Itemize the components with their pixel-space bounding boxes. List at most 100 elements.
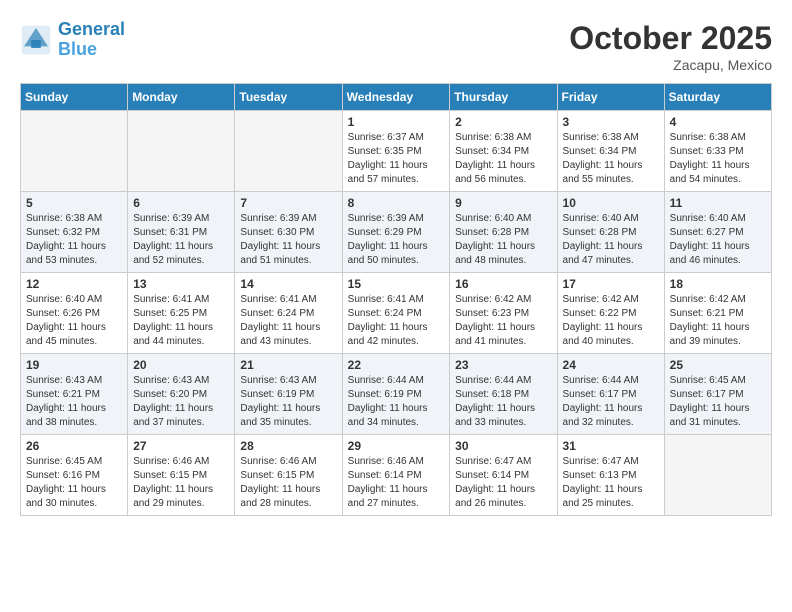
week-row-4: 26 Sunrise: 6:45 AM Sunset: 6:16 PM Dayli… [21,435,772,516]
calendar-cell: 26 Sunrise: 6:45 AM Sunset: 6:16 PM Dayli… [21,435,128,516]
day-number: 27 [133,439,229,453]
calendar-cell: 4 Sunrise: 6:38 AM Sunset: 6:33 PM Daylig… [664,111,771,192]
calendar-cell: 31 Sunrise: 6:47 AM Sunset: 6:13 PM Dayli… [557,435,664,516]
calendar-cell: 9Sunrise: 6:40 AM Sunset: 6:28 PM Daylig… [450,192,557,273]
calendar-cell: 18 Sunrise: 6:42 AM Sunset: 6:21 PM Dayli… [664,273,771,354]
header-monday: Monday [128,84,235,111]
day-number: 26 [26,439,122,453]
day-number: 9 [455,196,551,210]
calendar-cell: 21 Sunrise: 6:43 AM Sunset: 6:19 PM Dayli… [235,354,342,435]
day-number: 13 [133,277,229,291]
calendar-cell: 24Sunrise: 6:44 AM Sunset: 6:17 PM Dayli… [557,354,664,435]
day-info: Sunrise: 6:39 AM Sunset: 6:31 PM Dayligh… [133,212,229,268]
day-info: Sunrise: 6:46 AM Sunset: 6:15 PM Dayligh… [240,455,336,511]
day-number: 8 [348,196,445,210]
day-info: Sunrise: 6:42 AM Sunset: 6:23 PM Dayligh… [455,293,551,349]
day-number: 3 [563,115,659,129]
day-info: Sunrise: 6:46 AM Sunset: 6:14 PM Dayligh… [348,455,445,511]
calendar-cell: 6 Sunrise: 6:39 AM Sunset: 6:31 PM Daylig… [128,192,235,273]
day-number: 6 [133,196,229,210]
day-number: 31 [563,439,659,453]
calendar-cell: 23Sunrise: 6:44 AM Sunset: 6:18 PM Dayli… [450,354,557,435]
calendar-cell: 3 Sunrise: 6:38 AM Sunset: 6:34 PM Daylig… [557,111,664,192]
calendar-cell [664,435,771,516]
day-info: Sunrise: 6:41 AM Sunset: 6:24 PM Dayligh… [348,293,445,349]
calendar-cell: 28 Sunrise: 6:46 AM Sunset: 6:15 PM Dayli… [235,435,342,516]
day-info: Sunrise: 6:37 AM Sunset: 6:35 PM Dayligh… [348,131,445,187]
day-number: 16 [455,277,551,291]
calendar-cell: 19Sunrise: 6:43 AM Sunset: 6:21 PM Dayli… [21,354,128,435]
calendar-cell: 7 Sunrise: 6:39 AM Sunset: 6:30 PM Daylig… [235,192,342,273]
day-number: 10 [563,196,659,210]
day-info: Sunrise: 6:38 AM Sunset: 6:34 PM Dayligh… [563,131,659,187]
day-number: 29 [348,439,445,453]
day-info: Sunrise: 6:40 AM Sunset: 6:27 PM Dayligh… [670,212,766,268]
day-number: 5 [26,196,122,210]
day-number: 20 [133,358,229,372]
calendar-cell: 14 Sunrise: 6:41 AM Sunset: 6:24 PM Dayli… [235,273,342,354]
calendar-body: 1Sunrise: 6:37 AM Sunset: 6:35 PM Daylig… [21,111,772,516]
day-number: 22 [348,358,445,372]
day-number: 11 [670,196,766,210]
day-info: Sunrise: 6:40 AM Sunset: 6:26 PM Dayligh… [26,293,122,349]
day-info: Sunrise: 6:42 AM Sunset: 6:21 PM Dayligh… [670,293,766,349]
month-title: October 2025 [569,20,772,57]
day-info: Sunrise: 6:45 AM Sunset: 6:17 PM Dayligh… [670,374,766,430]
day-info: Sunrise: 6:38 AM Sunset: 6:33 PM Dayligh… [670,131,766,187]
logo: GeneralBlue [20,20,125,60]
day-info: Sunrise: 6:43 AM Sunset: 6:19 PM Dayligh… [240,374,336,430]
day-number: 7 [240,196,336,210]
day-info: Sunrise: 6:47 AM Sunset: 6:13 PM Dayligh… [563,455,659,511]
day-info: Sunrise: 6:38 AM Sunset: 6:34 PM Dayligh… [455,131,551,187]
day-number: 2 [455,115,551,129]
calendar-cell: 8 Sunrise: 6:39 AM Sunset: 6:29 PM Daylig… [342,192,450,273]
day-number: 25 [670,358,766,372]
day-info: Sunrise: 6:38 AM Sunset: 6:32 PM Dayligh… [26,212,122,268]
calendar-cell: 11 Sunrise: 6:40 AM Sunset: 6:27 PM Dayli… [664,192,771,273]
day-number: 17 [563,277,659,291]
day-number: 19 [26,358,122,372]
day-info: Sunrise: 6:44 AM Sunset: 6:18 PM Dayligh… [455,374,551,430]
logo-text: GeneralBlue [58,20,125,60]
calendar-cell: 27Sunrise: 6:46 AM Sunset: 6:15 PM Dayli… [128,435,235,516]
week-row-0: 1Sunrise: 6:37 AM Sunset: 6:35 PM Daylig… [21,111,772,192]
day-info: Sunrise: 6:44 AM Sunset: 6:19 PM Dayligh… [348,374,445,430]
calendar-cell: 15 Sunrise: 6:41 AM Sunset: 6:24 PM Dayli… [342,273,450,354]
calendar-cell: 20 Sunrise: 6:43 AM Sunset: 6:20 PM Dayli… [128,354,235,435]
header-tuesday: Tuesday [235,84,342,111]
day-info: Sunrise: 6:44 AM Sunset: 6:17 PM Dayligh… [563,374,659,430]
day-info: Sunrise: 6:45 AM Sunset: 6:16 PM Dayligh… [26,455,122,511]
calendar-cell: 30Sunrise: 6:47 AM Sunset: 6:14 PM Dayli… [450,435,557,516]
week-row-3: 19Sunrise: 6:43 AM Sunset: 6:21 PM Dayli… [21,354,772,435]
day-info: Sunrise: 6:43 AM Sunset: 6:20 PM Dayligh… [133,374,229,430]
day-number: 18 [670,277,766,291]
week-row-2: 12Sunrise: 6:40 AM Sunset: 6:26 PM Dayli… [21,273,772,354]
day-number: 21 [240,358,336,372]
title-block: October 2025 Zacapu, Mexico [569,20,772,73]
day-info: Sunrise: 6:39 AM Sunset: 6:30 PM Dayligh… [240,212,336,268]
header-row: SundayMondayTuesdayWednesdayThursdayFrid… [21,84,772,111]
day-info: Sunrise: 6:41 AM Sunset: 6:25 PM Dayligh… [133,293,229,349]
calendar-table: SundayMondayTuesdayWednesdayThursdayFrid… [20,83,772,516]
day-number: 15 [348,277,445,291]
page-header: GeneralBlue October 2025 Zacapu, Mexico [20,20,772,73]
day-info: Sunrise: 6:39 AM Sunset: 6:29 PM Dayligh… [348,212,445,268]
day-number: 14 [240,277,336,291]
day-info: Sunrise: 6:40 AM Sunset: 6:28 PM Dayligh… [563,212,659,268]
location: Zacapu, Mexico [569,57,772,73]
calendar-cell: 1Sunrise: 6:37 AM Sunset: 6:35 PM Daylig… [342,111,450,192]
calendar-cell: 29 Sunrise: 6:46 AM Sunset: 6:14 PM Dayli… [342,435,450,516]
calendar-cell: 13 Sunrise: 6:41 AM Sunset: 6:25 PM Dayli… [128,273,235,354]
day-number: 30 [455,439,551,453]
calendar-cell [235,111,342,192]
calendar-cell: 10 Sunrise: 6:40 AM Sunset: 6:28 PM Dayli… [557,192,664,273]
day-info: Sunrise: 6:41 AM Sunset: 6:24 PM Dayligh… [240,293,336,349]
day-number: 28 [240,439,336,453]
calendar-cell: 22 Sunrise: 6:44 AM Sunset: 6:19 PM Dayli… [342,354,450,435]
week-row-1: 5 Sunrise: 6:38 AM Sunset: 6:32 PM Daylig… [21,192,772,273]
header-thursday: Thursday [450,84,557,111]
day-number: 4 [670,115,766,129]
logo-icon [20,24,52,56]
header-wednesday: Wednesday [342,84,450,111]
header-sunday: Sunday [21,84,128,111]
